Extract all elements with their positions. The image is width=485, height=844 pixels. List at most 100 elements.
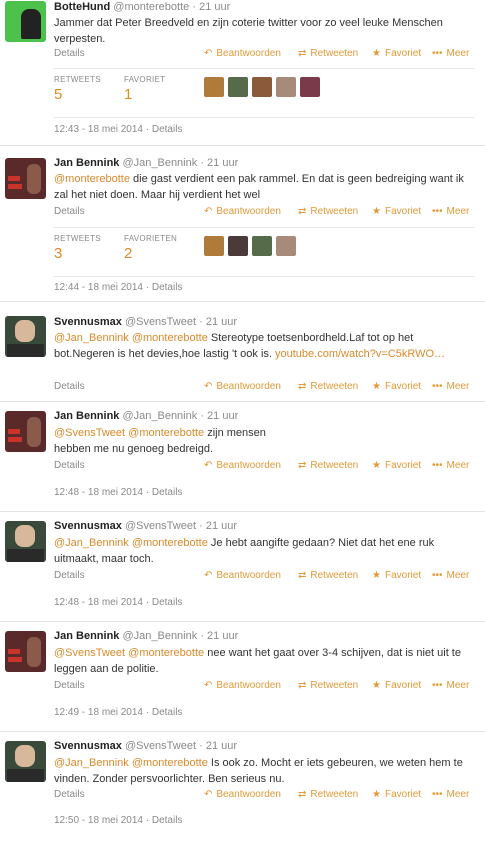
- retweet-count[interactable]: RETWEETS 5: [54, 75, 101, 103]
- reply-button[interactable]: ↶ Beantwoorden: [204, 680, 281, 691]
- star-icon: ★: [372, 206, 381, 217]
- details-link[interactable]: Details: [152, 282, 183, 293]
- favorite-button[interactable]: ★ Favoriet: [372, 206, 421, 217]
- details-link[interactable]: Details: [54, 48, 85, 59]
- more-button[interactable]: ••• Meer: [432, 789, 469, 800]
- mention-link[interactable]: @monterebotte: [132, 537, 208, 549]
- avatar[interactable]: [5, 411, 46, 452]
- more-button[interactable]: ••• Meer: [432, 48, 469, 59]
- avatar[interactable]: [5, 631, 46, 672]
- tweet-time[interactable]: 21 uur: [199, 1, 230, 13]
- mention-link[interactable]: @Jan_Bennink: [54, 757, 129, 769]
- reply-button[interactable]: ↶ Beantwoorden: [204, 206, 281, 217]
- mention-link[interactable]: @SvensTweet: [54, 647, 125, 659]
- mention-link[interactable]: @monterebotte: [132, 332, 208, 344]
- details-link[interactable]: Details: [54, 381, 85, 392]
- tweet-time[interactable]: 21 uur: [207, 157, 238, 169]
- details-link[interactable]: Details: [152, 487, 183, 498]
- tweet-time[interactable]: 21 uur: [207, 410, 238, 422]
- author-handle[interactable]: @Jan_Bennink: [122, 630, 197, 642]
- details-link[interactable]: Details: [54, 570, 85, 581]
- retweet-button[interactable]: ⇄ Retweeten: [298, 48, 358, 59]
- author-name[interactable]: Jan Bennink: [54, 157, 119, 169]
- favorite-button[interactable]: ★ Favoriet: [372, 381, 421, 392]
- author-name[interactable]: Svennusmax: [54, 316, 122, 328]
- author-name[interactable]: Svennusmax: [54, 520, 122, 532]
- more-button[interactable]: ••• Meer: [432, 680, 469, 691]
- retweet-count[interactable]: RETWEETS 3: [54, 234, 101, 262]
- avatar[interactable]: [300, 77, 320, 97]
- retweeter-avatars: [204, 77, 324, 100]
- avatar[interactable]: [276, 236, 296, 256]
- retweet-button[interactable]: ⇄ Retweeten: [298, 570, 358, 581]
- mention-link[interactable]: @Jan_Bennink: [54, 332, 129, 344]
- favorite-button[interactable]: ★ Favoriet: [372, 680, 421, 691]
- favorite-button[interactable]: ★ Favoriet: [372, 48, 421, 59]
- author-handle[interactable]: @Jan_Bennink: [122, 410, 197, 422]
- author-handle[interactable]: @SvensTweet: [125, 316, 196, 328]
- avatar[interactable]: [5, 316, 46, 357]
- mention-link[interactable]: @monterebotte: [54, 173, 130, 185]
- avatar[interactable]: [204, 236, 224, 256]
- retweet-button[interactable]: ⇄ Retweeten: [298, 381, 358, 392]
- youtube-link[interactable]: youtube.com/watch?v=C5kRWO…: [275, 348, 445, 360]
- tweet-actions: Details ↶ Beantwoorden ⇄ Retweeten ★ Favori…: [54, 206, 476, 220]
- favorite-button[interactable]: ★ Favoriet: [372, 460, 421, 471]
- avatar[interactable]: [228, 236, 248, 256]
- favorite-button[interactable]: ★ Favoriet: [372, 789, 421, 800]
- author-handle[interactable]: @monterebotte: [113, 1, 189, 13]
- retweet-button[interactable]: ⇄ Retweeten: [298, 680, 358, 691]
- mention-link[interactable]: @SvensTweet: [54, 427, 125, 439]
- tweet-time[interactable]: 21 uur: [206, 520, 237, 532]
- mention-link[interactable]: @Jan_Bennink: [54, 537, 129, 549]
- reply-button[interactable]: ↶ Beantwoorden: [204, 460, 281, 471]
- more-button[interactable]: ••• Meer: [432, 381, 469, 392]
- mention-link[interactable]: @monterebotte: [132, 757, 208, 769]
- author-name[interactable]: Svennusmax: [54, 740, 122, 752]
- favorite-count[interactable]: FAVORIETEN 2: [124, 234, 177, 262]
- avatar[interactable]: [5, 521, 46, 562]
- tweet-time[interactable]: 21 uur: [207, 630, 238, 642]
- details-link[interactable]: Details: [54, 680, 85, 691]
- author-name[interactable]: Jan Bennink: [54, 410, 119, 422]
- mention-link[interactable]: @monterebotte: [128, 647, 204, 659]
- retweet-button[interactable]: ⇄ Retweeten: [298, 789, 358, 800]
- favorite-button[interactable]: ★ Favoriet: [372, 570, 421, 581]
- details-link[interactable]: Details: [54, 206, 85, 217]
- details-link[interactable]: Details: [54, 460, 85, 471]
- author-handle[interactable]: @SvensTweet: [125, 520, 196, 532]
- more-button[interactable]: ••• Meer: [432, 570, 469, 581]
- reply-button[interactable]: ↶ Beantwoorden: [204, 381, 281, 392]
- tweet-actions: Details ↶ Beantwoorden ⇄ Retweeten ★ Favori…: [54, 570, 476, 584]
- details-link[interactable]: Details: [54, 789, 85, 800]
- tweet: Svennusmax @SvensTweet · 21 uur @Jan_Ben…: [0, 733, 485, 844]
- reply-button[interactable]: ↶ Beantwoorden: [204, 789, 281, 800]
- more-button[interactable]: ••• Meer: [432, 206, 469, 217]
- avatar[interactable]: [5, 158, 46, 199]
- favorite-count[interactable]: FAVORIET 1: [124, 75, 165, 103]
- retweet-button[interactable]: ⇄ Retweeten: [298, 460, 358, 471]
- avatar[interactable]: [276, 77, 296, 97]
- details-link[interactable]: Details: [152, 707, 183, 718]
- author-handle[interactable]: @Jan_Bennink: [122, 157, 197, 169]
- tweet-time[interactable]: 21 uur: [206, 316, 237, 328]
- tweet-time[interactable]: 21 uur: [206, 740, 237, 752]
- avatar[interactable]: [228, 77, 248, 97]
- reply-button[interactable]: ↶ Beantwoorden: [204, 570, 281, 581]
- more-button[interactable]: ••• Meer: [432, 460, 469, 471]
- avatar[interactable]: [252, 77, 272, 97]
- author-name[interactable]: Jan Bennink: [54, 630, 119, 642]
- details-link[interactable]: Details: [152, 815, 183, 826]
- author-name[interactable]: BotteHund: [54, 1, 110, 13]
- details-link[interactable]: Details: [152, 124, 183, 135]
- tweet: BotteHund @monterebotte · 21 uur Jammer …: [0, 0, 485, 146]
- retweet-button[interactable]: ⇄ Retweeten: [298, 206, 358, 217]
- avatar[interactable]: [5, 741, 46, 782]
- avatar[interactable]: [204, 77, 224, 97]
- avatar[interactable]: [252, 236, 272, 256]
- avatar[interactable]: [5, 1, 46, 42]
- reply-button[interactable]: ↶ Beantwoorden: [204, 48, 281, 59]
- author-handle[interactable]: @SvensTweet: [125, 740, 196, 752]
- mention-link[interactable]: @monterebotte: [128, 427, 204, 439]
- details-link[interactable]: Details: [152, 597, 183, 608]
